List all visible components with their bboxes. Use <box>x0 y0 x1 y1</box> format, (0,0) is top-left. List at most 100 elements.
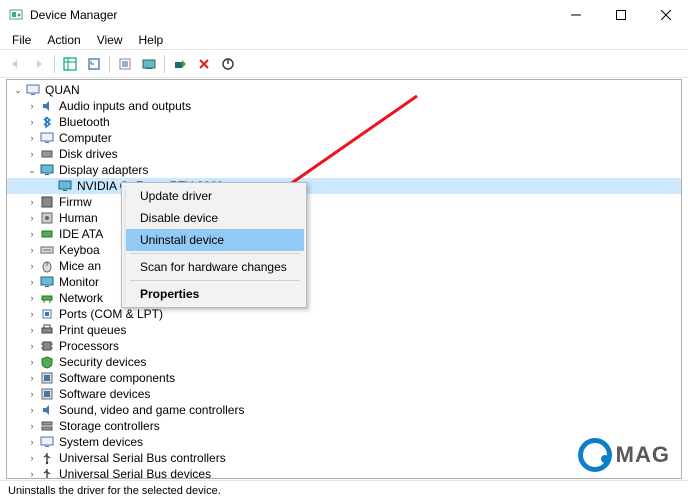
display-icon <box>39 162 55 178</box>
tree-node-label: Bluetooth <box>59 114 110 130</box>
tree-node-label: Ports (COM & LPT) <box>59 306 163 322</box>
expand-icon[interactable]: › <box>25 211 39 225</box>
expand-icon[interactable]: › <box>25 355 39 369</box>
tree-node[interactable]: ›Disk drives <box>7 146 681 162</box>
tree-node[interactable]: ›Firmw <box>7 194 681 210</box>
expand-icon[interactable]: › <box>25 227 39 241</box>
tree-node[interactable]: › Audio inputs and outputs <box>7 98 681 114</box>
tree-node[interactable]: › IDE ATA <box>7 226 681 242</box>
expand-icon[interactable]: › <box>25 403 39 417</box>
tree-node-label: Software devices <box>59 386 150 402</box>
expand-icon[interactable]: › <box>25 323 39 337</box>
tree-node[interactable]: › Bluetooth <box>7 114 681 130</box>
refresh-button[interactable] <box>83 53 105 75</box>
tree-node[interactable]: › Human <box>7 210 681 226</box>
tree-node-label: Processors <box>59 338 119 354</box>
tree-node[interactable]: ›Network <box>7 290 681 306</box>
expand-icon[interactable]: › <box>25 419 39 433</box>
window-title: Device Manager <box>30 8 553 22</box>
tree-root[interactable]: ⌄ QUAN <box>7 82 681 98</box>
tree-node[interactable]: ›Monitor <box>7 274 681 290</box>
tree-node-display-adapters[interactable]: ⌄ Display adapters <box>7 162 681 178</box>
status-bar: Uninstalls the driver for the selected d… <box>0 480 688 500</box>
show-hide-tree-button[interactable] <box>59 53 81 75</box>
expand-icon[interactable]: › <box>25 259 39 273</box>
watermark: MAG <box>578 438 670 472</box>
menu-view[interactable]: View <box>89 31 131 49</box>
maximize-button[interactable] <box>598 0 643 30</box>
tree-node[interactable]: › Software devices <box>7 386 681 402</box>
tree-node[interactable]: ›Mice an <box>7 258 681 274</box>
expand-icon[interactable]: › <box>25 275 39 289</box>
cm-uninstall-device[interactable]: Uninstall device <box>126 229 304 251</box>
tree-node[interactable]: ›Security devices <box>7 354 681 370</box>
display-icon <box>57 178 73 194</box>
tree-node[interactable]: › Processors <box>7 338 681 354</box>
cm-properties[interactable]: Properties <box>126 283 304 305</box>
software-icon <box>39 370 55 386</box>
device-tree[interactable]: ⌄ QUAN › Audio inputs and outputs › Blueto… <box>6 79 682 479</box>
system-icon <box>39 434 55 450</box>
tree-node[interactable]: ›Software components <box>7 370 681 386</box>
cm-separator <box>130 280 300 281</box>
tree-node[interactable]: ›Storage controllers <box>7 418 681 434</box>
expand-icon[interactable]: ⌄ <box>11 83 25 97</box>
cm-disable-device[interactable]: Disable device <box>126 207 304 229</box>
usb-icon <box>39 466 55 479</box>
tree-node-label: Audio inputs and outputs <box>59 98 191 114</box>
watermark-logo-icon <box>578 438 612 472</box>
toolbar <box>0 50 688 78</box>
tree-node-label: Print queues <box>59 322 126 338</box>
tree-node-label: Display adapters <box>59 162 148 178</box>
expand-icon[interactable]: › <box>25 339 39 353</box>
menu-file[interactable]: File <box>4 31 39 49</box>
bluetooth-icon <box>39 114 55 130</box>
minimize-button[interactable] <box>553 0 598 30</box>
tree-node[interactable]: ›Sound, video and game controllers <box>7 402 681 418</box>
expand-icon[interactable]: › <box>25 291 39 305</box>
expand-icon[interactable]: › <box>25 387 39 401</box>
tree-node[interactable]: › Keyboa <box>7 242 681 258</box>
tree-node-label: Computer <box>59 130 112 146</box>
spacer-icon <box>43 179 57 193</box>
tree-node-gpu[interactable]: NVIDIA GeForce RTX 3060 <box>7 178 681 194</box>
toolbar-separator <box>164 55 165 73</box>
expand-icon[interactable]: › <box>25 467 39 479</box>
expand-icon[interactable]: › <box>25 451 39 465</box>
forward-button <box>28 53 50 75</box>
ports-icon <box>39 306 55 322</box>
expand-icon[interactable]: › <box>25 435 39 449</box>
expand-icon[interactable]: › <box>25 371 39 385</box>
status-text: Uninstalls the driver for the selected d… <box>8 485 221 497</box>
expand-icon[interactable]: › <box>25 243 39 257</box>
cm-update-driver[interactable]: Update driver <box>126 185 304 207</box>
tree-node[interactable]: › Ports (COM & LPT) <box>7 306 681 322</box>
context-menu: Update driver Disable device Uninstall d… <box>121 182 307 308</box>
tree-node[interactable]: › Computer <box>7 130 681 146</box>
close-button[interactable] <box>643 0 688 30</box>
storage-icon <box>39 418 55 434</box>
computer-icon <box>39 130 55 146</box>
expand-icon[interactable]: › <box>25 147 39 161</box>
tree-node-label: Keyboa <box>59 242 100 258</box>
expand-icon[interactable]: ⌄ <box>25 163 39 177</box>
expand-icon[interactable]: › <box>25 115 39 129</box>
expand-icon[interactable]: › <box>25 99 39 113</box>
cm-scan-hardware[interactable]: Scan for hardware changes <box>126 256 304 278</box>
tree-node[interactable]: › Print queues <box>7 322 681 338</box>
properties-button[interactable] <box>114 53 136 75</box>
expand-icon[interactable]: › <box>25 131 39 145</box>
expand-icon[interactable]: › <box>25 307 39 321</box>
menu-action[interactable]: Action <box>39 31 88 49</box>
tree-node-label: IDE ATA <box>59 226 103 242</box>
uninstall-button[interactable] <box>193 53 215 75</box>
watermark-text: MAG <box>616 442 670 468</box>
update-driver-button[interactable] <box>138 53 160 75</box>
scan-hardware-button[interactable] <box>169 53 191 75</box>
expand-icon[interactable]: › <box>25 195 39 209</box>
ide-icon <box>39 226 55 242</box>
disable-button[interactable] <box>217 53 239 75</box>
tree-node-label: Human <box>59 210 98 226</box>
menu-help[interactable]: Help <box>131 31 172 49</box>
hid-icon <box>39 210 55 226</box>
